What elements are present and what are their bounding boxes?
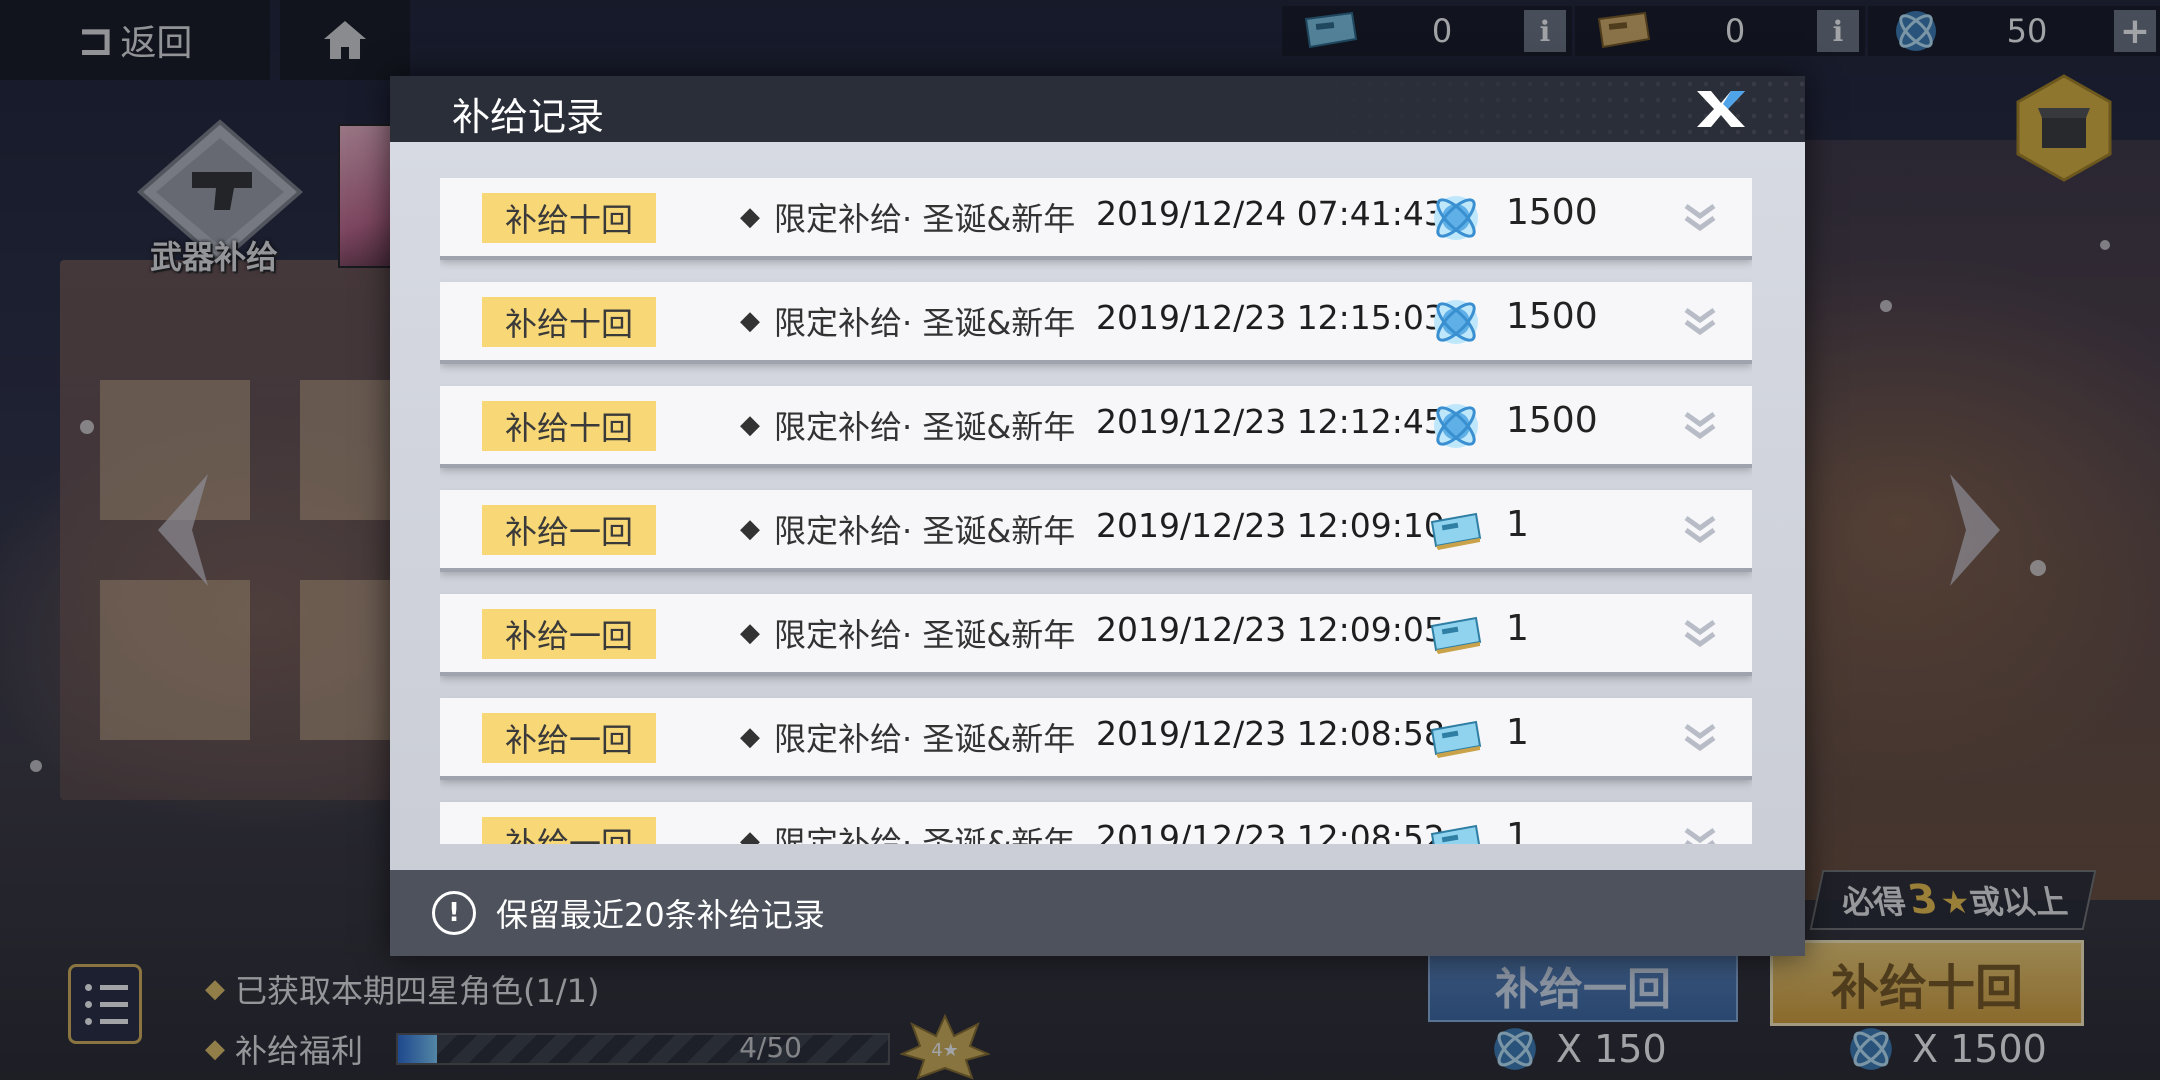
pool-name: ◆ 限定补给· 圣诞&新年 [740,506,1075,552]
supply-type-tag: 补给一回 [482,505,656,555]
pool-name: ◆ 限定补给· 圣诞&新年 [740,610,1075,656]
diamond-icon: ◆ [740,514,760,544]
record-time: 2019/12/23 12:09:05 [1096,610,1445,649]
pool-name: ◆ 限定补给· 圣诞&新年 [740,194,1075,240]
record-amount: 1 [1506,816,1529,844]
record-amount: 1 [1506,712,1529,753]
record-amount: 1500 [1506,192,1598,233]
pool-label: 限定补给· 圣诞&新年 [774,304,1076,342]
supply-type-tag: 补给一回 [482,609,656,659]
record-row[interactable]: 补给十回 ◆ 限定补给· 圣诞&新年 2019/12/23 12:12:45 1500 [440,386,1752,464]
footer-note: 保留最近20条补给记录 [496,896,825,934]
diamond-icon: ◆ [740,202,760,232]
record-time: 2019/12/24 07:41:43 [1096,194,1445,233]
record-list[interactable]: 补给十回 ◆ 限定补给· 圣诞&新年 2019/12/24 07:41:43 1500 补… [440,178,1752,844]
crystal-icon [1428,398,1484,454]
dialog-title: 补给记录 [452,95,605,139]
record-row[interactable]: 补给十回 ◆ 限定补给· 圣诞&新年 2019/12/23 12:15:03 1500 [440,282,1752,360]
close-icon [1697,91,1745,127]
record-time: 2019/12/23 12:15:03 [1096,298,1445,337]
ticket-icon [1428,814,1484,844]
dialog-footer: ! 保留最近20条补给记录 [390,870,1805,956]
supply-type-tag: 补给一回 [482,817,656,844]
expand-chevron-icon[interactable] [1680,718,1720,758]
pool-name: ◆ 限定补给· 圣诞&新年 [740,818,1075,844]
record-row[interactable]: 补给一回 ◆ 限定补给· 圣诞&新年 2019/12/23 12:09:05 1 [440,594,1752,672]
expand-chevron-icon[interactable] [1680,302,1720,342]
pool-label: 限定补给· 圣诞&新年 [774,824,1076,844]
record-amount: 1 [1506,504,1529,545]
record-time: 2019/12/23 12:08:52 [1096,818,1445,844]
supply-type-tag: 补给十回 [482,401,656,451]
supply-record-dialog: 补给记录 补给十回 ◆ 限定补给· 圣诞&新年 2019/12/24 07:41:43… [390,76,1805,956]
exclamation-icon: ! [432,891,476,935]
crystal-icon [1428,190,1484,246]
expand-chevron-icon[interactable] [1680,406,1720,446]
ticket-icon [1428,710,1484,766]
record-amount: 1 [1506,608,1529,649]
supply-type-tag: 补给一回 [482,713,656,763]
expand-chevron-icon[interactable] [1680,198,1720,238]
dialog-header: 补给记录 [390,76,1805,142]
pool-name: ◆ 限定补给· 圣诞&新年 [740,402,1075,448]
record-row[interactable]: 补给一回 ◆ 限定补给· 圣诞&新年 2019/12/23 12:08:58 1 [440,698,1752,776]
pool-name: ◆ 限定补给· 圣诞&新年 [740,714,1075,760]
pool-label: 限定补给· 圣诞&新年 [774,616,1076,654]
record-row[interactable]: 补给一回 ◆ 限定补给· 圣诞&新年 2019/12/23 12:09:10 1 [440,490,1752,568]
diamond-icon: ◆ [740,306,760,336]
close-button[interactable] [1693,84,1749,134]
diamond-icon: ◆ [740,410,760,440]
expand-chevron-icon[interactable] [1680,822,1720,844]
pool-label: 限定补给· 圣诞&新年 [774,408,1076,446]
ticket-icon [1428,502,1484,558]
ticket-icon [1428,606,1484,662]
pool-label: 限定补给· 圣诞&新年 [774,720,1076,758]
expand-chevron-icon[interactable] [1680,614,1720,654]
crystal-icon [1428,294,1484,350]
pool-label: 限定补给· 圣诞&新年 [774,512,1076,550]
record-row[interactable]: 补给十回 ◆ 限定补给· 圣诞&新年 2019/12/24 07:41:43 1500 [440,178,1752,256]
record-time: 2019/12/23 12:09:10 [1096,506,1445,545]
record-row[interactable]: 补给一回 ◆ 限定补给· 圣诞&新年 2019/12/23 12:08:52 1 [440,802,1752,844]
record-time: 2019/12/23 12:12:45 [1096,402,1445,441]
diamond-icon: ◆ [740,722,760,752]
pool-name: ◆ 限定补给· 圣诞&新年 [740,298,1075,344]
expand-chevron-icon[interactable] [1680,510,1720,550]
pool-label: 限定补给· 圣诞&新年 [774,200,1076,238]
supply-type-tag: 补给十回 [482,297,656,347]
supply-type-tag: 补给十回 [482,193,656,243]
diamond-icon: ◆ [740,618,760,648]
record-time: 2019/12/23 12:08:58 [1096,714,1445,753]
record-amount: 1500 [1506,400,1598,441]
record-amount: 1500 [1506,296,1598,337]
diamond-icon: ◆ [740,826,760,844]
